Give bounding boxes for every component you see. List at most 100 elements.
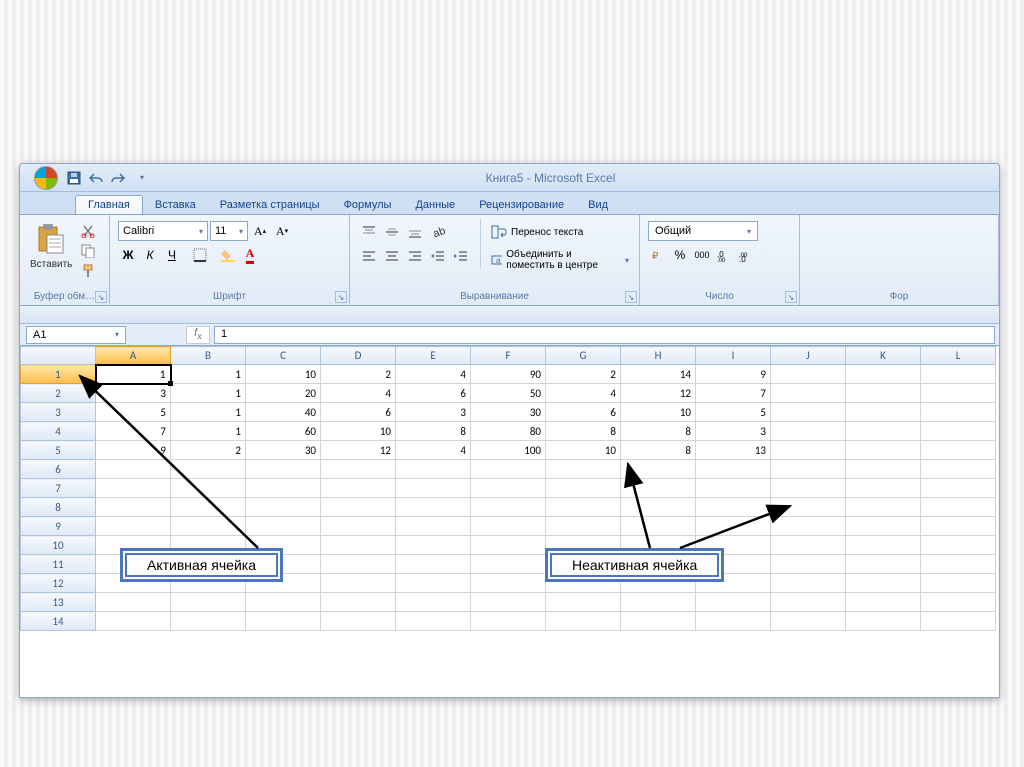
tab-Вставка[interactable]: Вставка bbox=[143, 196, 208, 214]
cell-L5[interactable] bbox=[921, 441, 996, 460]
cell-K4[interactable] bbox=[846, 422, 921, 441]
cell-C8[interactable] bbox=[246, 498, 321, 517]
cell-C3[interactable]: 40 bbox=[246, 403, 321, 422]
cell-E13[interactable] bbox=[396, 593, 471, 612]
italic-button[interactable]: К bbox=[140, 245, 160, 265]
row-header-3[interactable]: 3 bbox=[21, 403, 96, 422]
tab-Главная[interactable]: Главная bbox=[75, 195, 143, 214]
cell-B9[interactable] bbox=[171, 517, 246, 536]
cell-G3[interactable]: 6 bbox=[546, 403, 621, 422]
cell-G9[interactable] bbox=[546, 517, 621, 536]
cell-L13[interactable] bbox=[921, 593, 996, 612]
cell-C14[interactable] bbox=[246, 612, 321, 631]
cell-F13[interactable] bbox=[471, 593, 546, 612]
cell-E14[interactable] bbox=[396, 612, 471, 631]
cell-E8[interactable] bbox=[396, 498, 471, 517]
cell-A13[interactable] bbox=[96, 593, 171, 612]
row-header-14[interactable]: 14 bbox=[21, 612, 96, 631]
column-header-F[interactable]: F bbox=[471, 347, 546, 365]
cell-I1[interactable]: 9 bbox=[696, 365, 771, 384]
cell-G13[interactable] bbox=[546, 593, 621, 612]
underline-button[interactable]: Ч bbox=[162, 245, 182, 265]
row-header-6[interactable]: 6 bbox=[21, 460, 96, 479]
cell-J11[interactable] bbox=[771, 555, 846, 574]
fx-button[interactable]: fx bbox=[186, 326, 210, 344]
cell-B4[interactable]: 1 bbox=[171, 422, 246, 441]
cell-L8[interactable] bbox=[921, 498, 996, 517]
cell-I7[interactable] bbox=[696, 479, 771, 498]
cell-H7[interactable] bbox=[621, 479, 696, 498]
align-right-button[interactable] bbox=[404, 245, 426, 267]
cell-D7[interactable] bbox=[321, 479, 396, 498]
column-header-H[interactable]: H bbox=[621, 347, 696, 365]
row-header-8[interactable]: 8 bbox=[21, 498, 96, 517]
cell-D3[interactable]: 6 bbox=[321, 403, 396, 422]
cell-A14[interactable] bbox=[96, 612, 171, 631]
format-painter-icon[interactable] bbox=[80, 263, 96, 279]
cell-J9[interactable] bbox=[771, 517, 846, 536]
cell-C5[interactable]: 30 bbox=[246, 441, 321, 460]
cell-I4[interactable]: 3 bbox=[696, 422, 771, 441]
cell-E1[interactable]: 4 bbox=[396, 365, 471, 384]
cell-A6[interactable] bbox=[96, 460, 171, 479]
cell-K9[interactable] bbox=[846, 517, 921, 536]
row-header-5[interactable]: 5 bbox=[21, 441, 96, 460]
cell-D9[interactable] bbox=[321, 517, 396, 536]
copy-icon[interactable] bbox=[80, 243, 96, 259]
cell-G8[interactable] bbox=[546, 498, 621, 517]
cell-K7[interactable] bbox=[846, 479, 921, 498]
cell-E10[interactable] bbox=[396, 536, 471, 555]
office-button[interactable] bbox=[28, 166, 64, 190]
cell-J1[interactable] bbox=[771, 365, 846, 384]
cell-C6[interactable] bbox=[246, 460, 321, 479]
decrease-indent-button[interactable] bbox=[427, 245, 449, 267]
cell-J14[interactable] bbox=[771, 612, 846, 631]
cell-K1[interactable] bbox=[846, 365, 921, 384]
tab-Вид[interactable]: Вид bbox=[576, 196, 620, 214]
cell-H2[interactable]: 12 bbox=[621, 384, 696, 403]
cell-F3[interactable]: 30 bbox=[471, 403, 546, 422]
cell-H1[interactable]: 14 bbox=[621, 365, 696, 384]
cell-B5[interactable]: 2 bbox=[171, 441, 246, 460]
row-header-1[interactable]: 1 bbox=[21, 365, 96, 384]
row-header-7[interactable]: 7 bbox=[21, 479, 96, 498]
cell-D4[interactable]: 10 bbox=[321, 422, 396, 441]
cell-G2[interactable]: 4 bbox=[546, 384, 621, 403]
align-bottom-button[interactable] bbox=[404, 221, 426, 243]
cell-K10[interactable] bbox=[846, 536, 921, 555]
column-header-I[interactable]: I bbox=[696, 347, 771, 365]
cell-E3[interactable]: 3 bbox=[396, 403, 471, 422]
cell-K8[interactable] bbox=[846, 498, 921, 517]
cell-E2[interactable]: 6 bbox=[396, 384, 471, 403]
cell-D11[interactable] bbox=[321, 555, 396, 574]
cell-K13[interactable] bbox=[846, 593, 921, 612]
align-middle-button[interactable] bbox=[381, 221, 403, 243]
cell-C7[interactable] bbox=[246, 479, 321, 498]
cell-E9[interactable] bbox=[396, 517, 471, 536]
cell-L2[interactable] bbox=[921, 384, 996, 403]
tab-Рецензирование[interactable]: Рецензирование bbox=[467, 196, 576, 214]
column-header-C[interactable]: C bbox=[246, 347, 321, 365]
cell-B14[interactable] bbox=[171, 612, 246, 631]
cell-D10[interactable] bbox=[321, 536, 396, 555]
cell-K14[interactable] bbox=[846, 612, 921, 631]
column-header-K[interactable]: K bbox=[846, 347, 921, 365]
cell-F5[interactable]: 100 bbox=[471, 441, 546, 460]
cell-A9[interactable] bbox=[96, 517, 171, 536]
cell-J6[interactable] bbox=[771, 460, 846, 479]
cell-J8[interactable] bbox=[771, 498, 846, 517]
grow-font-button[interactable]: A▴ bbox=[250, 221, 270, 241]
column-header-B[interactable]: B bbox=[171, 347, 246, 365]
cell-C2[interactable]: 20 bbox=[246, 384, 321, 403]
cell-F9[interactable] bbox=[471, 517, 546, 536]
cell-J3[interactable] bbox=[771, 403, 846, 422]
cell-D12[interactable] bbox=[321, 574, 396, 593]
cell-H4[interactable]: 8 bbox=[621, 422, 696, 441]
number-format-select[interactable]: Общий ▾ bbox=[648, 221, 758, 241]
cell-I5[interactable]: 13 bbox=[696, 441, 771, 460]
cell-I9[interactable] bbox=[696, 517, 771, 536]
cell-D6[interactable] bbox=[321, 460, 396, 479]
cell-C1[interactable]: 10 bbox=[246, 365, 321, 384]
cell-J7[interactable] bbox=[771, 479, 846, 498]
alignment-dialog-launcher[interactable]: ↘ bbox=[625, 291, 637, 303]
